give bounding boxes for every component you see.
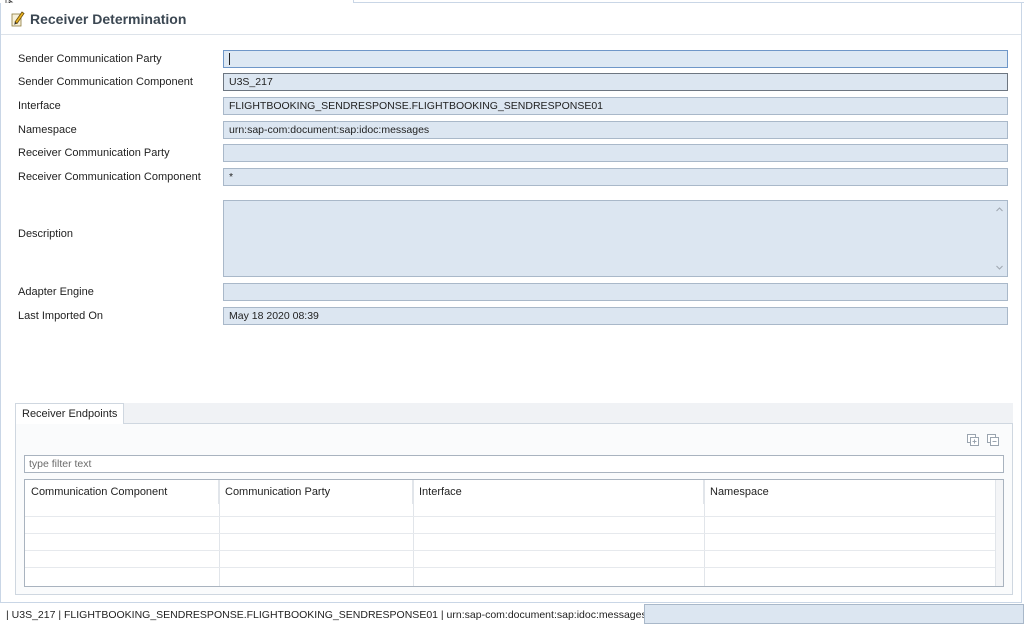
expand-all-icon[interactable]	[967, 434, 980, 447]
column-namespace[interactable]: Namespace	[704, 480, 997, 504]
text-cursor	[229, 53, 230, 66]
status-bar: | U3S_217 | FLIGHTBOOKING_SENDRESPONSE.F…	[0, 603, 1024, 625]
sender-party-label: Sender Communication Party	[18, 53, 162, 65]
scroll-down-icon[interactable]	[995, 263, 1004, 272]
sender-party-field[interactable]	[223, 50, 1008, 68]
adapter-engine-label: Adapter Engine	[18, 286, 94, 298]
adapter-engine-field[interactable]	[223, 283, 1008, 301]
table-scrollbar[interactable]	[995, 480, 1003, 586]
status-text: | U3S_217 | FLIGHTBOOKING_SENDRESPONSE.F…	[6, 609, 666, 621]
scroll-up-icon[interactable]	[995, 205, 1004, 214]
collapse-all-icon[interactable]	[987, 434, 1000, 447]
table-row[interactable]	[25, 550, 997, 567]
namespace-field[interactable]: urn:sap-com:document:sap:idoc:messages	[223, 121, 1008, 139]
filter-input[interactable]	[24, 455, 1004, 473]
last-imported-field: May 18 2020 08:39	[223, 307, 1008, 325]
endpoints-table: Communication Component Communication Pa…	[24, 479, 1004, 587]
receiver-endpoints-section: Receiver Endpoints Communication Compone…	[15, 403, 1013, 595]
column-interface[interactable]: Interface	[413, 480, 704, 504]
receiver-party-field[interactable]	[223, 144, 1008, 162]
receiver-determination-editor: Receiver Determination Sender Communicat…	[0, 3, 1022, 603]
sender-component-label: Sender Communication Component	[18, 76, 193, 88]
receiver-component-label: Receiver Communication Component	[18, 171, 201, 183]
description-scrollbar[interactable]	[992, 201, 1007, 276]
table-row[interactable]	[25, 516, 997, 533]
interface-field[interactable]: FLIGHTBOOKING_SENDRESPONSE.FLIGHTBOOKING…	[223, 97, 1008, 115]
table-row[interactable]	[25, 533, 997, 550]
last-imported-label: Last Imported On	[18, 310, 103, 322]
column-communication-component[interactable]: Communication Component	[25, 480, 219, 504]
namespace-label: Namespace	[18, 124, 77, 136]
interface-label: Interface	[18, 100, 61, 112]
status-field	[644, 604, 1024, 624]
table-row[interactable]	[25, 567, 997, 584]
tab-receiver-endpoints[interactable]: Receiver Endpoints	[15, 403, 125, 425]
table-header: Communication Component Communication Pa…	[25, 480, 1003, 504]
description-textarea[interactable]	[223, 200, 1008, 277]
edit-pencil-icon	[11, 11, 25, 27]
column-communication-party[interactable]: Communication Party	[219, 480, 413, 504]
page-title: Receiver Determination	[30, 11, 187, 27]
sender-component-field[interactable]: U3S_217	[223, 73, 1008, 91]
endpoints-panel: Communication Component Communication Pa…	[15, 424, 1013, 595]
editor-header: Receiver Determination	[1, 3, 1021, 35]
endpoints-tabbar: Receiver Endpoints	[15, 403, 1013, 425]
description-value	[224, 201, 1007, 207]
description-label: Description	[18, 228, 74, 240]
receiver-component-field[interactable]: *	[223, 168, 1008, 186]
receiver-party-label: Receiver Communication Party	[18, 147, 170, 159]
